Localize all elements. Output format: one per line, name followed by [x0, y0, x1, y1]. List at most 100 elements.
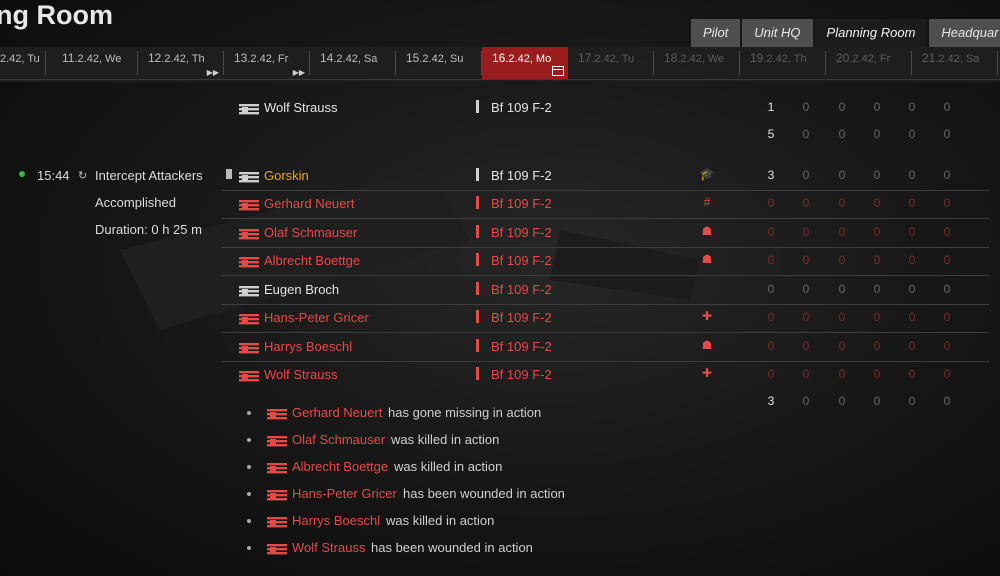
date-cell[interactable]: 16.2.42, Mo	[482, 47, 568, 79]
date-cell[interactable]: 11.2.42, We	[52, 47, 138, 79]
date-cell[interactable]: 21.2.42, Sa	[912, 47, 998, 79]
squadron-flag-icon	[239, 369, 259, 382]
date-timeline: 2.42, Tu 11.2.42, We 12.2.42, Th ▶▶ 13.2.42,…	[0, 47, 1000, 80]
date-rest: .2.42, Th	[763, 53, 807, 65]
stat-value: 0	[943, 282, 951, 296]
stat-value: 0	[908, 168, 916, 182]
stat-value: 0	[943, 196, 951, 210]
stat-value: 0	[802, 367, 810, 381]
pilot-row[interactable]: Gorskin Bf 109 F-2 🎓 3 0 0 0 0 0	[221, 162, 989, 191]
stat-value: 0	[802, 253, 810, 267]
date-rest: .2.42, Mo	[505, 53, 552, 65]
calendar-icon[interactable]	[552, 66, 564, 76]
status-icon: ✚	[701, 366, 713, 380]
pilot-row[interactable]: Wolf Strauss Bf 109 F-2 1 0 0 0 0 0	[221, 94, 989, 122]
aircraft-name: Bf 109 F-2	[491, 310, 552, 325]
stat-value: 0	[943, 310, 951, 324]
event-text: was killed in action	[391, 432, 500, 447]
pilot-row[interactable]: Albrecht Boettge Bf 109 F-2 ☗ 0 0 0 0 0 0	[221, 247, 989, 276]
stat-value: 0	[873, 225, 881, 239]
stat-value: 0	[802, 127, 810, 141]
event-pilot-name[interactable]: Hans-Peter Gricer	[292, 486, 397, 501]
event-pilot-name[interactable]: Olaf Schmauser	[292, 432, 385, 447]
stat-value: 0	[838, 282, 846, 296]
date-cell[interactable]: 18.2.42, We	[654, 47, 740, 79]
pilot-name[interactable]: Harrys Boeschl	[264, 339, 352, 354]
pilot-name[interactable]: Olaf Schmauser	[264, 225, 357, 240]
aircraft-name: Bf 109 F-2	[491, 339, 552, 354]
date-cell[interactable]: 19.2.42, Th	[740, 47, 826, 79]
stat-value: 0	[908, 225, 916, 239]
aircraft-name: Bf 109 F-2	[491, 196, 552, 211]
tab-pilot[interactable]: Pilot	[691, 19, 741, 47]
pilot-name[interactable]: Gerhard Neuert	[264, 196, 354, 211]
event-pilot-name[interactable]: Wolf Strauss	[292, 540, 365, 555]
pilot-row[interactable]: Olaf Schmauser Bf 109 F-2 ☗ 0 0 0 0 0 0	[221, 219, 989, 248]
stat-value: 0	[908, 310, 916, 324]
date-rest: .2.42, Su	[419, 53, 464, 65]
date-day: 12	[148, 51, 162, 65]
bullet	[247, 438, 251, 442]
date-cell[interactable]: 2.42, Tu	[0, 47, 46, 79]
status-icon: ☗	[701, 252, 713, 266]
date-day: 14	[320, 51, 334, 65]
date-day: 13	[234, 51, 248, 65]
date-rest: .2.42, Fr	[849, 53, 891, 65]
stat-value: 0	[908, 339, 916, 353]
status-icon: #	[703, 195, 711, 209]
mission-name[interactable]: Intercept Attackers	[95, 168, 203, 183]
tab-planning-room[interactable]: Planning Room	[814, 19, 928, 47]
stat-value: 0	[838, 394, 846, 408]
stat-value: 0	[873, 196, 881, 210]
aircraft-icon	[476, 168, 479, 181]
stat-value: 3	[767, 394, 775, 408]
bookmark-icon[interactable]	[226, 169, 232, 179]
stat-value: 5	[767, 127, 775, 141]
date-day: 16	[492, 51, 506, 65]
bullet	[247, 465, 251, 469]
date-rest: .2.42, Fr	[247, 53, 289, 65]
aircraft-name: Bf 109 F-2	[491, 168, 552, 183]
event-pilot-name[interactable]: Albrecht Boettge	[292, 459, 388, 474]
pilot-name[interactable]: Hans-Peter Gricer	[264, 310, 369, 325]
event-pilot-name[interactable]: Gerhard Neuert	[292, 405, 382, 420]
date-cell[interactable]: 14.2.42, Sa	[310, 47, 396, 79]
stat-value: 0	[838, 196, 846, 210]
pilot-name[interactable]: Wolf Strauss	[264, 100, 337, 115]
date-cell[interactable]: 15.2.42, Su	[396, 47, 482, 79]
date-cell[interactable]: 12.2.42, Th ▶▶	[138, 47, 224, 79]
stat-value: 0	[908, 253, 916, 267]
pilot-name[interactable]: Albrecht Boettge	[264, 253, 360, 268]
stat-value: 0	[802, 282, 810, 296]
squadron-flag-icon	[239, 341, 259, 354]
aircraft-name: Bf 109 F-2	[491, 100, 552, 115]
tab-unit-hq[interactable]: Unit HQ	[742, 19, 813, 47]
pilot-row[interactable]: Wolf Strauss Bf 109 F-2 ✚ 0 0 0 0 0 0	[221, 361, 989, 389]
event-pilot-name[interactable]: Harrys Boeschl	[292, 513, 380, 528]
aircraft-icon	[476, 282, 479, 295]
squadron-flag-icon	[239, 170, 259, 183]
mission-duration: Duration: 0 h 25 m	[95, 222, 202, 237]
stat-value: 0	[908, 394, 916, 408]
pilot-name[interactable]: Wolf Strauss	[264, 367, 337, 382]
pilot-name[interactable]: Eugen Broch	[264, 282, 339, 297]
stat-value: 0	[873, 367, 881, 381]
mission-status: Accomplished	[95, 195, 176, 210]
tab-headquar[interactable]: Headquar	[929, 19, 1000, 47]
pilot-row[interactable]: Hans-Peter Gricer Bf 109 F-2 ✚ 0 0 0 0 0 0	[221, 304, 989, 333]
pilot-name[interactable]: Gorskin	[264, 168, 309, 183]
squadron-flag-icon	[239, 255, 259, 268]
squadron-flag-icon	[239, 102, 259, 115]
pilot-row[interactable]: Eugen Broch Bf 109 F-2 0 0 0 0 0 0	[221, 276, 989, 305]
status-dot	[19, 171, 25, 177]
pilot-row[interactable]: Harrys Boeschl Bf 109 F-2 ☗ 0 0 0 0 0 0	[221, 333, 989, 362]
event-text: has been wounded in action	[403, 486, 565, 501]
date-cell[interactable]: 17.2.42, Tu	[568, 47, 654, 79]
event-text: has gone missing in action	[388, 405, 542, 420]
pilot-row[interactable]: Gerhard Neuert Bf 109 F-2 #0 0 0 0 0 0	[221, 190, 989, 219]
date-cell[interactable]: 20.2.42, Fr	[826, 47, 912, 79]
date-cell[interactable]: 13.2.42, Fr ▶▶	[224, 47, 310, 79]
squadron-flag-icon	[239, 284, 259, 297]
aircraft-icon	[476, 225, 479, 238]
aircraft-name: Bf 109 F-2	[491, 225, 552, 240]
